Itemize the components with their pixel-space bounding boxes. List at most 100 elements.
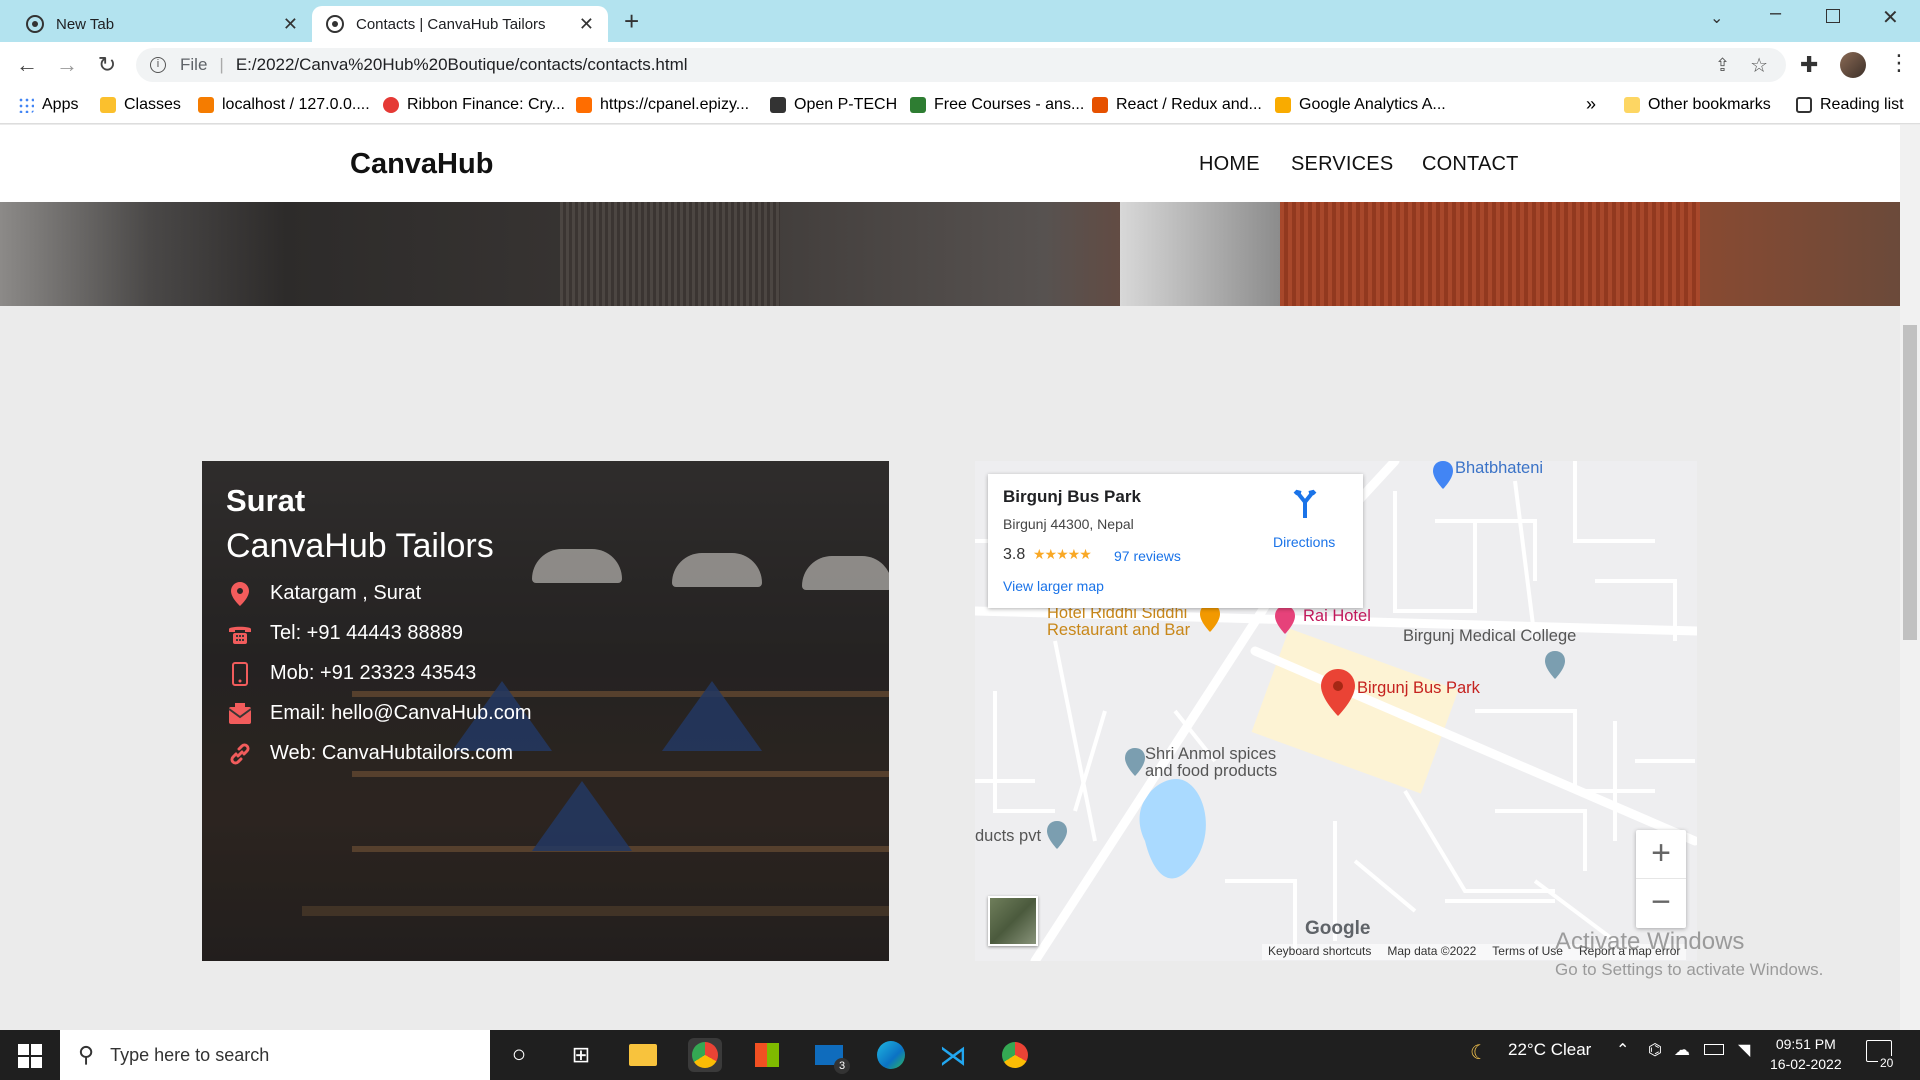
maximize-button[interactable]	[1826, 9, 1840, 23]
directions-link[interactable]: Directions	[1273, 534, 1335, 550]
clock-time: 09:51 PM	[1775, 1036, 1836, 1052]
microsoft-store-icon[interactable]	[750, 1038, 784, 1072]
bookmark-localhost[interactable]: localhost / 127.0.0....	[198, 96, 370, 114]
contact-telephone-row: Tel: +91 44443 88889	[226, 621, 532, 646]
map-data-attribution: Map data ©2022	[1387, 944, 1477, 958]
nav-services[interactable]: SERVICES	[1291, 153, 1393, 176]
file-explorer-icon[interactable]	[626, 1038, 660, 1072]
forward-arrow-icon[interactable]: →	[52, 50, 82, 80]
tab-new-tab[interactable]: New Tab ✕	[12, 6, 312, 42]
weather-text[interactable]: 22°C Clear	[1508, 1040, 1591, 1060]
onedrive-cloud-icon[interactable]: ☁	[1674, 1040, 1690, 1060]
rating-stars-icon: ★★★★★	[1033, 546, 1092, 562]
back-arrow-icon[interactable]: ←	[12, 50, 42, 80]
battery-icon[interactable]	[1704, 1044, 1724, 1055]
place-name: Birgunj Bus Park	[1003, 487, 1141, 506]
analytics-icon	[1275, 97, 1291, 113]
view-larger-map-link[interactable]: View larger map	[1003, 578, 1104, 594]
mobile-phone-icon	[226, 661, 254, 687]
wifi-icon[interactable]: ◥	[1738, 1040, 1750, 1060]
google-logo: Google	[1305, 918, 1371, 939]
search-placeholder: Type here to search	[110, 1044, 270, 1065]
tab-contacts[interactable]: Contacts | CanvaHub Tailors ✕	[312, 6, 608, 42]
task-view-icon[interactable]: ⊞	[564, 1038, 598, 1072]
chrome-alt-taskbar-icon[interactable]	[998, 1038, 1032, 1072]
map-label-medical-college: Birgunj Medical College	[1403, 627, 1577, 645]
map-label-rai-hotel: Rai Hotel	[1303, 607, 1371, 625]
new-tab-button[interactable]: +	[624, 6, 639, 37]
mail-icon[interactable]: 3	[812, 1038, 850, 1074]
close-window-button[interactable]: ✕	[1882, 5, 1899, 30]
close-tab-icon[interactable]: ✕	[579, 14, 594, 35]
scrollbar-thumb[interactable]	[1903, 325, 1917, 640]
bookmark-free-courses[interactable]: Free Courses - ans...	[910, 96, 1084, 114]
contact-city: Surat	[226, 483, 306, 518]
directions-icon[interactable]	[1293, 488, 1317, 518]
reading-list[interactable]: Reading list	[1796, 96, 1904, 114]
nav-contact[interactable]: CONTACT	[1422, 153, 1519, 176]
map-label-food-products: and food products	[1145, 762, 1278, 780]
close-tab-icon[interactable]: ✕	[283, 14, 298, 35]
udemy-icon	[1092, 97, 1108, 113]
zoom-in-button[interactable]: +	[1636, 830, 1686, 879]
chrome-taskbar-icon[interactable]	[688, 1038, 722, 1072]
bookmark-google-analytics[interactable]: Google Analytics A...	[1275, 96, 1446, 114]
contact-email-row: Email: hello@CanvaHub.com	[226, 701, 532, 726]
p-tech-icon	[770, 97, 786, 113]
profile-avatar[interactable]	[1840, 52, 1866, 78]
tab-search-chevron-icon[interactable]: ⌄	[1710, 8, 1723, 28]
extensions-puzzle-icon[interactable]: ✚	[1800, 52, 1818, 78]
tray-chevron-icon[interactable]: ⌃	[1616, 1040, 1629, 1060]
windows-start-icon[interactable]	[18, 1044, 42, 1068]
bookmark-p-tech[interactable]: Open P-TECH	[770, 96, 897, 114]
email-icon	[226, 701, 254, 727]
bookmark-classes[interactable]: Classes	[100, 96, 181, 114]
reading-list-icon	[1796, 97, 1812, 113]
location-pin-icon	[226, 581, 254, 607]
zoom-out-button[interactable]: −	[1636, 879, 1686, 928]
mail-badge: 3	[834, 1058, 850, 1074]
tab-title: Contacts | CanvaHub Tailors	[356, 15, 546, 33]
star-bookmark-icon[interactable]: ☆	[1750, 53, 1768, 78]
place-rating: 3.8	[1003, 546, 1026, 563]
site-brand-logo[interactable]: CanvaHub	[350, 148, 493, 181]
reviews-link[interactable]: 97 reviews	[1114, 548, 1181, 564]
edge-icon[interactable]	[874, 1038, 908, 1072]
bookmark-react-redux[interactable]: React / Redux and...	[1092, 96, 1262, 114]
bookmark-ribbon-finance[interactable]: Ribbon Finance: Cry...	[383, 96, 565, 114]
map-zoom-control: + −	[1636, 830, 1686, 928]
apps-grid-icon	[18, 97, 34, 113]
taskbar-search-box[interactable]: ⚲ Type here to search	[60, 1030, 490, 1080]
satellite-layer-toggle[interactable]	[988, 896, 1038, 946]
cpanel-icon	[576, 97, 592, 113]
contact-card: Surat CanvaHub Tailors Katargam , Surat …	[202, 461, 889, 961]
address-bar[interactable]: i File | E:/2022/Canva%20Hub%20Boutique/…	[136, 48, 1786, 82]
share-icon[interactable]: ⇪	[1715, 55, 1730, 76]
bookmarks-overflow-button[interactable]: »	[1586, 94, 1596, 115]
folder-icon	[1624, 97, 1640, 113]
notification-count: 20	[1878, 1056, 1896, 1070]
nav-home[interactable]: HOME	[1199, 153, 1260, 176]
bookmark-cpanel[interactable]: https://cpanel.epizy...	[576, 96, 749, 114]
keyboard-shortcuts-link[interactable]: Keyboard shortcuts	[1268, 944, 1371, 960]
contact-address-row: Katargam , Surat	[226, 581, 532, 606]
map-place-card: Birgunj Bus Park Birgunj 44300, Nepal 3.…	[988, 474, 1363, 608]
other-bookmarks[interactable]: Other bookmarks	[1624, 96, 1771, 114]
place-address: Birgunj 44300, Nepal	[1003, 516, 1134, 532]
info-icon[interactable]: i	[150, 57, 166, 73]
contact-web-row: Web: CanvaHubtailors.com	[226, 741, 532, 766]
minimize-button[interactable]: –	[1770, 2, 1781, 25]
reload-icon[interactable]: ↻	[92, 50, 122, 80]
taskbar-clock[interactable]: 09:51 PM 16-02-2022	[1770, 1034, 1842, 1074]
vscode-icon[interactable]: ⋊	[936, 1038, 970, 1072]
contact-business-name: CanvaHub Tailors	[226, 527, 494, 565]
link-icon	[226, 741, 254, 767]
cortana-icon[interactable]: ○	[502, 1038, 536, 1072]
network-icon[interactable]: ⌬	[1648, 1040, 1662, 1060]
terms-of-use-link[interactable]: Terms of Use	[1492, 944, 1563, 960]
clock-date: 16-02-2022	[1770, 1056, 1842, 1072]
telephone-icon	[226, 621, 254, 647]
menu-kebab-icon[interactable]: ⋮	[1888, 50, 1910, 76]
bookmark-apps[interactable]: Apps	[18, 96, 78, 114]
activate-windows-subtext: Go to Settings to activate Windows.	[1555, 960, 1824, 979]
